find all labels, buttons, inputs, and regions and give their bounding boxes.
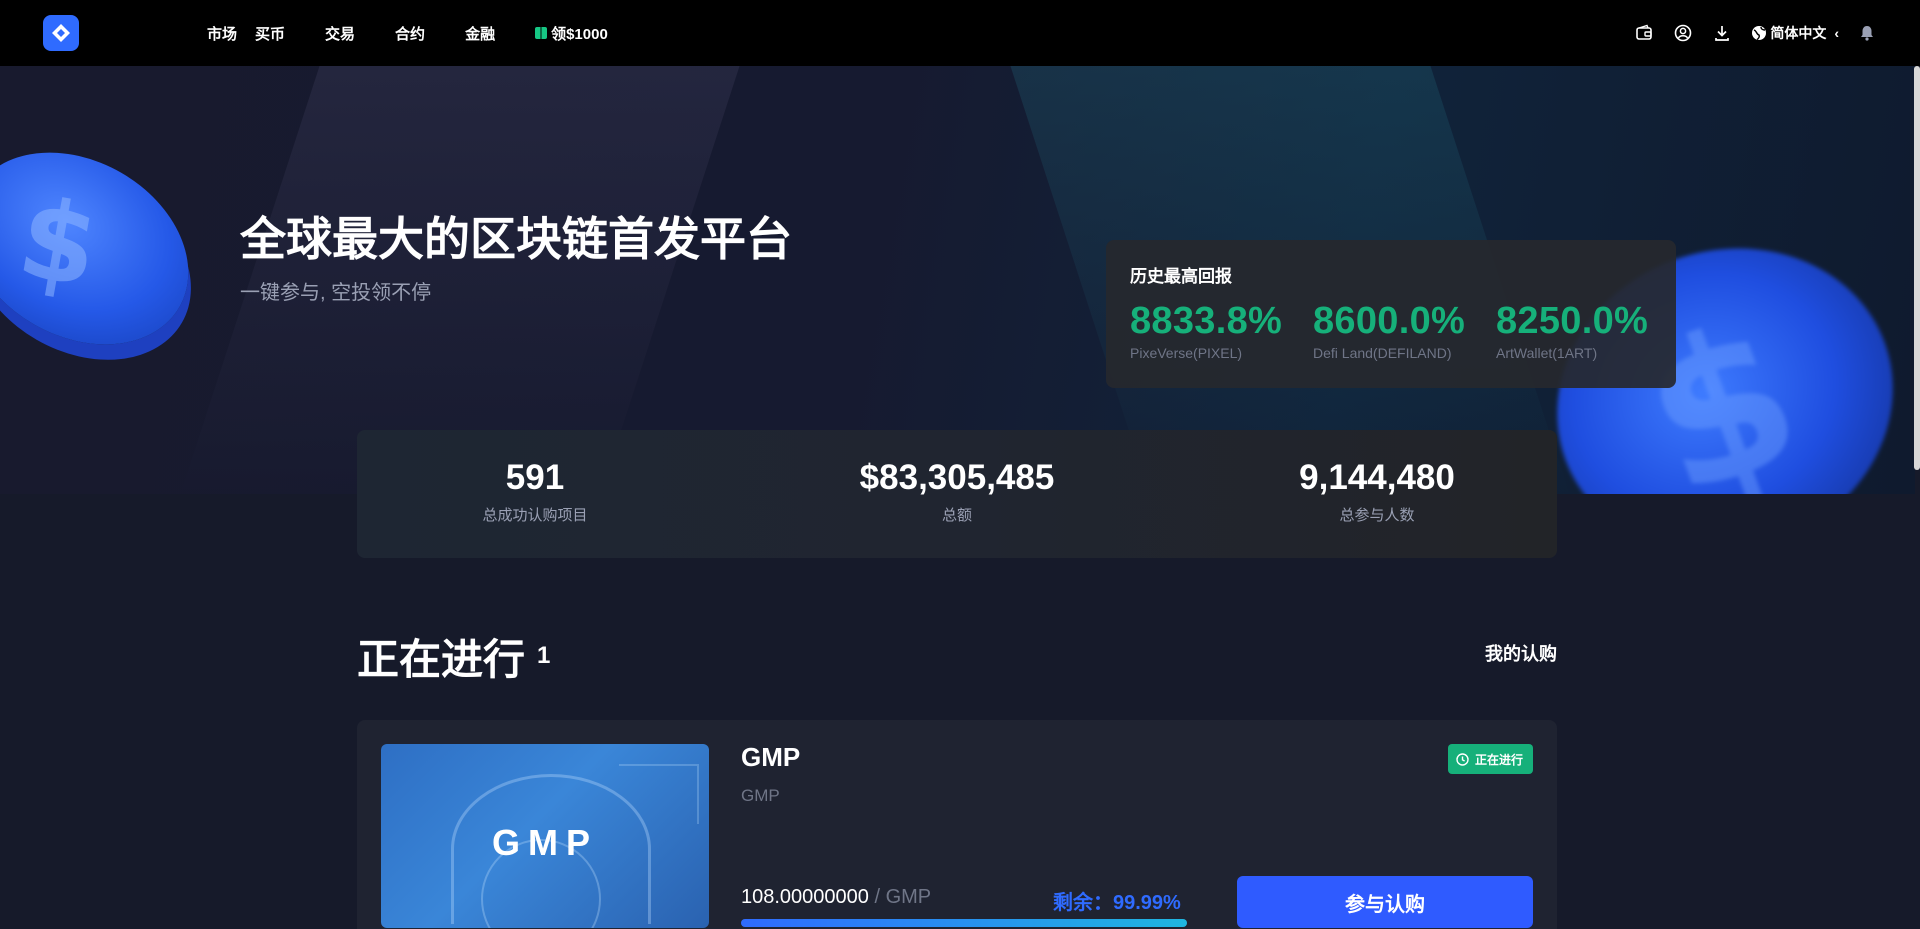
stat-label: 总成功认购项目 [482, 507, 588, 524]
clock-icon [1456, 752, 1469, 766]
language-selector[interactable]: 简体中文 ‹ [1751, 23, 1839, 43]
chevron-left-icon: ‹ [1834, 25, 1839, 41]
return-percent: 8833.8% [1130, 300, 1283, 342]
wallet-icon[interactable] [1633, 22, 1655, 44]
platform-stats: 591 总成功认购项目 $83,305,485 总额 9,144,480 总参与… [357, 430, 1557, 558]
page-scrollbar[interactable] [1914, 66, 1920, 470]
nav-futures[interactable]: 合约 [395, 23, 425, 44]
status-badge: 正在进行 [1447, 744, 1533, 774]
subscription-amount: 108.00000000 / GMP [741, 886, 931, 909]
bell-icon[interactable] [1856, 22, 1878, 44]
progress-fill [741, 919, 1187, 927]
return-project-name: PixeVerse(PIXEL) [1130, 345, 1243, 361]
return-item[interactable]: 8833.8% PixeVerse(PIXEL) [1130, 300, 1282, 361]
stat-value: $83,305,485 [859, 458, 1055, 497]
subscribe-button[interactable]: 参与认购 [1237, 876, 1533, 928]
stat-total-amount: $83,305,485 总额 [807, 458, 1107, 525]
amount-unit: / GMP [868, 886, 932, 908]
project-symbol: GMP [741, 786, 780, 805]
section-title: 正在进行 [357, 636, 526, 683]
hero-title: 全球最大的区块链首发平台 [240, 213, 792, 265]
project-name: GMP [741, 742, 801, 772]
nav-actions: 简体中文 ‹ [1616, 0, 1878, 66]
circuit-decoration [619, 764, 699, 824]
return-item[interactable]: 8600.0% Defi Land(DEFILAND) [1313, 300, 1465, 361]
dollar-coin-illustration: $ [0, 113, 224, 384]
return-percent: 8250.0% [1496, 300, 1649, 342]
return-project-name: Defi Land(DEFILAND) [1313, 345, 1452, 361]
project-image-text: GMP [491, 822, 598, 863]
stat-label: 总参与人数 [1339, 507, 1415, 524]
hero-subtitle: 一键参与, 空投领不停 [240, 282, 432, 304]
remaining-percent: 剩余：99.99% [1053, 892, 1181, 914]
status-label: 正在进行 [1474, 752, 1523, 767]
logo-icon [52, 24, 70, 42]
stat-projects: 591 总成功认购项目 [435, 458, 635, 525]
nav-market[interactable]: 市场 [207, 23, 237, 44]
stat-participants: 9,144,480 总参与人数 [1227, 458, 1527, 525]
my-subscriptions-link[interactable]: 我的认购 [1485, 640, 1557, 666]
promo-label: 领$1000 [551, 25, 608, 43]
stat-label: 总额 [941, 507, 972, 524]
nav-promo[interactable]: 领$1000 [535, 23, 608, 44]
project-image[interactable]: GMP [381, 744, 709, 928]
project-card[interactable]: GMP GMP GMP 正在进行 108.00000000 / GMP 剩余：9… [357, 720, 1557, 929]
download-icon[interactable] [1711, 22, 1733, 44]
return-item[interactable]: 8250.0% ArtWallet(1ART) [1496, 300, 1648, 361]
globe-icon [1752, 26, 1767, 41]
language-label: 简体中文 [1770, 25, 1827, 41]
stat-value: 9,144,480 [1299, 458, 1455, 497]
return-percent: 8600.0% [1313, 300, 1466, 342]
amount-value: 108.00000000 [741, 886, 869, 908]
top-nav: 市场 买币 交易 合约 金融 领$1000 简体中文 ‹ [0, 0, 1920, 66]
ongoing-count: 1 [537, 642, 551, 669]
nav-trade[interactable]: 交易 [325, 23, 355, 44]
gift-icon [535, 27, 548, 39]
stat-value: 591 [505, 458, 565, 497]
nav-finance[interactable]: 金融 [465, 23, 495, 44]
progress-bar [741, 919, 1187, 927]
returns-title: 历史最高回报 [1130, 267, 1232, 286]
user-icon[interactable] [1672, 22, 1694, 44]
brand-logo[interactable] [43, 15, 79, 51]
nav-buy-crypto[interactable]: 买币 [255, 23, 285, 44]
return-project-name: ArtWallet(1ART) [1496, 345, 1598, 361]
main-nav: 市场 买币 交易 合约 金融 领$1000 [207, 0, 608, 66]
highest-returns-card: 历史最高回报 8833.8% PixeVerse(PIXEL) 8600.0% … [1106, 240, 1676, 388]
